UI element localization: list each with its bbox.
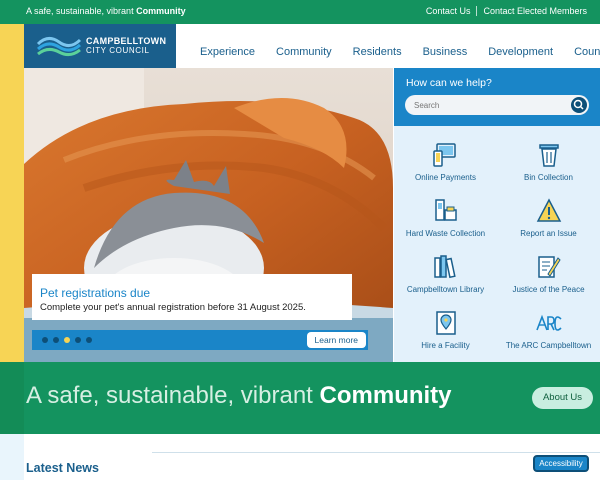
main-nav: Experience Community Residents Business … xyxy=(200,46,600,58)
tagline-bold: Community xyxy=(136,6,186,16)
carousel-dot-3[interactable] xyxy=(64,337,70,343)
about-us-button[interactable]: About Us xyxy=(532,387,593,409)
carousel-dot-2[interactable] xyxy=(53,337,59,343)
search-input[interactable] xyxy=(414,95,564,116)
quick-link-library[interactable]: Campbelltown Library xyxy=(394,254,497,310)
search-box xyxy=(405,95,589,116)
contact-us-link[interactable]: Contact Us xyxy=(420,6,477,16)
quick-link-justice-of-peace[interactable]: Justice of the Peace xyxy=(497,254,600,310)
carousel-controls: Learn more xyxy=(32,330,368,350)
quick-link-label: Hard Waste Collection xyxy=(405,229,486,238)
tagline-text: A safe, sustainable, vibrant xyxy=(26,6,137,16)
carousel-dot-1[interactable] xyxy=(42,337,48,343)
carousel-dots xyxy=(42,337,92,343)
document-pen-icon xyxy=(537,256,561,278)
contact-elected-members-link[interactable]: Contact Elected Members xyxy=(476,6,593,16)
community-banner: A safe, sustainable, vibrant Community A… xyxy=(24,362,600,434)
latest-news-section: Latest News xyxy=(24,434,600,480)
banner-text: A safe, sustainable, vibrant xyxy=(26,382,320,409)
nav-community[interactable]: Community xyxy=(276,46,332,58)
search-button[interactable] xyxy=(571,97,587,113)
quick-link-report-issue[interactable]: Report an Issue xyxy=(497,198,600,254)
quick-link-online-payments[interactable]: Online Payments xyxy=(394,142,497,198)
quick-link-label: Online Payments xyxy=(415,173,476,182)
nav-council[interactable]: Council xyxy=(574,46,600,58)
quick-link-label: Bin Collection xyxy=(524,173,573,182)
location-icon xyxy=(435,311,456,335)
quick-link-bin-collection[interactable]: Bin Collection xyxy=(497,142,600,198)
hard-waste-icon xyxy=(434,199,457,221)
hero-title: Pet registrations due xyxy=(40,286,151,300)
search-icon xyxy=(573,99,584,110)
payments-icon xyxy=(432,143,456,167)
waves-logo-icon xyxy=(36,37,82,57)
latest-news-title: Latest News xyxy=(26,461,99,475)
decorative-strip xyxy=(0,24,24,480)
logo-line-2: CITY COUNCIL xyxy=(86,46,150,55)
help-heading: How can we help? xyxy=(406,77,492,89)
quick-link-arc-campbelltown[interactable]: The ARC Campbelltown xyxy=(497,310,600,366)
utility-links: Contact Us Contact Elected Members xyxy=(420,6,593,16)
news-divider xyxy=(152,452,600,453)
arc-logo-icon xyxy=(535,314,562,331)
help-panel: How can we help? xyxy=(394,68,600,126)
learn-more-button[interactable]: Learn more xyxy=(306,332,366,348)
bin-icon xyxy=(538,144,559,167)
strip-yellow xyxy=(0,24,24,362)
carousel-dot-5[interactable] xyxy=(86,337,92,343)
quick-link-label: The ARC Campbelltown xyxy=(505,341,592,350)
nav-business[interactable]: Business xyxy=(423,46,468,58)
nav-experience[interactable]: Experience xyxy=(200,46,255,58)
logo-line-1: CAMPBELLTOWN xyxy=(86,36,167,46)
warning-icon xyxy=(536,198,561,222)
banner-text-bold: Community xyxy=(319,382,452,409)
strip-green xyxy=(0,362,24,434)
quick-links: Online Payments Bin Collection Hard Wast… xyxy=(394,126,600,362)
quick-link-hard-waste[interactable]: Hard Waste Collection xyxy=(394,198,497,254)
nav-development[interactable]: Development xyxy=(488,46,553,58)
library-icon xyxy=(433,255,456,279)
hero-description: Complete your pet's annual registration … xyxy=(40,302,306,313)
quick-link-hire-facility[interactable]: Hire a Facility xyxy=(394,310,497,366)
site-header: CAMPBELLTOWN CITY COUNCIL Experience Com… xyxy=(24,24,600,68)
carousel-dot-4[interactable] xyxy=(75,337,81,343)
accessibility-button[interactable]: Accessibility xyxy=(533,455,589,472)
top-bar: A safe, sustainable, vibrant Community C… xyxy=(0,0,600,24)
tagline: A safe, sustainable, vibrant Community xyxy=(26,6,186,16)
quick-link-label: Hire a Facility xyxy=(421,341,470,350)
strip-light xyxy=(0,434,24,480)
quick-link-label: Justice of the Peace xyxy=(512,285,585,294)
council-logo[interactable]: CAMPBELLTOWN CITY COUNCIL xyxy=(24,24,176,68)
quick-link-label: Report an Issue xyxy=(520,229,577,238)
banner-heading: A safe, sustainable, vibrant Community xyxy=(26,382,452,410)
hero-card: Pet registrations due Complete your pet'… xyxy=(32,274,352,320)
hero-carousel: Pet registrations due Complete your pet'… xyxy=(24,68,393,362)
nav-residents[interactable]: Residents xyxy=(353,46,402,58)
quick-link-label: Campbelltown Library xyxy=(406,285,485,294)
